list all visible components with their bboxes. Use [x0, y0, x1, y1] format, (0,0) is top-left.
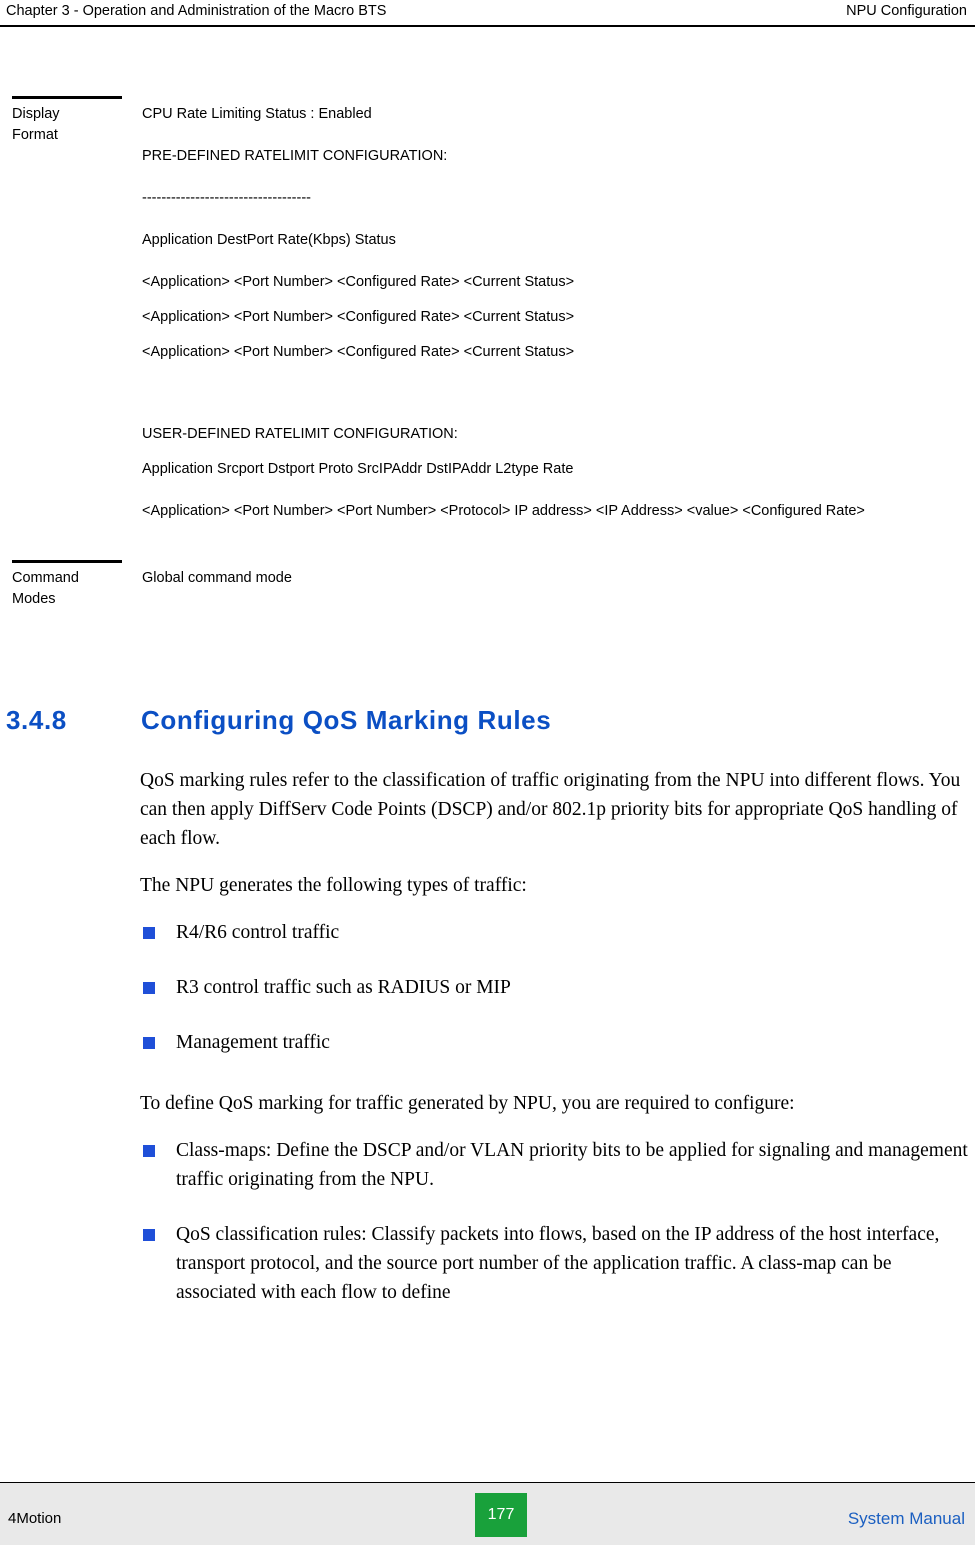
display-line-predefined-row1: <Application> <Port Number> <Configured … — [142, 274, 575, 290]
row-label-command-modes: Command Modes — [12, 560, 142, 610]
table-row: Command Modes Global command mode — [12, 560, 962, 610]
section-heading: 3.4.8 Configuring QoS Marking Rules — [6, 705, 966, 736]
header-section-text: NPU Configuration — [846, 3, 967, 19]
row-label-line2: Modes — [12, 591, 56, 607]
footer-manual-name: System Manual — [847, 1509, 965, 1528]
section-number: 3.4.8 — [6, 705, 67, 735]
table-row-gap — [12, 522, 962, 560]
display-line-userdefined-row1: <Application> <Port Number> <Port Number… — [142, 503, 865, 519]
list-item: Management traffic — [140, 1028, 972, 1057]
section-title: Configuring QoS Marking Rules — [141, 705, 552, 735]
body-content: QoS marking rules refer to the classific… — [140, 766, 972, 1333]
page-header: Chapter 3 - Operation and Administration… — [0, 0, 975, 30]
row-value-display-format: CPU Rate Limiting Status : Enabled PRE-D… — [142, 96, 962, 522]
table-row: Display Format CPU Rate Limiting Status … — [12, 96, 962, 522]
list-item: Class-maps: Define the DSCP and/or VLAN … — [140, 1136, 972, 1194]
row-value-command-modes: Global command mode — [142, 560, 962, 589]
body-paragraph-1: QoS marking rules refer to the classific… — [140, 770, 961, 849]
body-paragraph-2: The NPU generates the following types of… — [140, 875, 527, 896]
row-label-line2: Format — [12, 127, 58, 143]
parameter-table: Display Format CPU Rate Limiting Status … — [12, 96, 962, 610]
list-item: R3 control traffic such as RADIUS or MIP — [140, 973, 972, 1002]
display-line-predefined-row3: <Application> <Port Number> <Configured … — [142, 344, 575, 360]
command-mode-text: Global command mode — [142, 570, 292, 586]
display-line-predefined-title: PRE-DEFINED RATELIMIT CONFIGURATION: — [142, 148, 448, 164]
row-label-display-format: Display Format — [12, 96, 142, 146]
display-line-userdefined-title: USER-DEFINED RATELIMIT CONFIGURATION: — [142, 426, 458, 442]
footer-product-name: 4Motion — [8, 1510, 62, 1527]
header-divider — [0, 25, 975, 27]
display-line-predefined-row2: <Application> <Port Number> <Configured … — [142, 309, 575, 325]
display-line-separator: ----------------------------------- — [142, 190, 312, 206]
traffic-types-list: R4/R6 control traffic R3 control traffic… — [140, 918, 972, 1057]
display-line-userdefined-header: Application Srcport Dstport Proto SrcIPA… — [142, 461, 574, 477]
body-paragraph-3: To define QoS marking for traffic genera… — [140, 1093, 795, 1114]
display-line-predefined-header: Application DestPort Rate(Kbps) Status — [142, 232, 396, 248]
header-chapter-text: Chapter 3 - Operation and Administration… — [6, 3, 387, 19]
display-blank-gap — [142, 384, 962, 424]
list-item: QoS classification rules: Classify packe… — [140, 1220, 972, 1307]
display-line-status: CPU Rate Limiting Status : Enabled — [142, 106, 372, 122]
row-label-line1: Command — [12, 570, 79, 586]
configuration-requirements-list: Class-maps: Define the DSCP and/or VLAN … — [140, 1136, 972, 1307]
list-item: R4/R6 control traffic — [140, 918, 972, 947]
page-number-badge: 177 — [475, 1493, 527, 1537]
row-label-line1: Display — [12, 106, 60, 122]
